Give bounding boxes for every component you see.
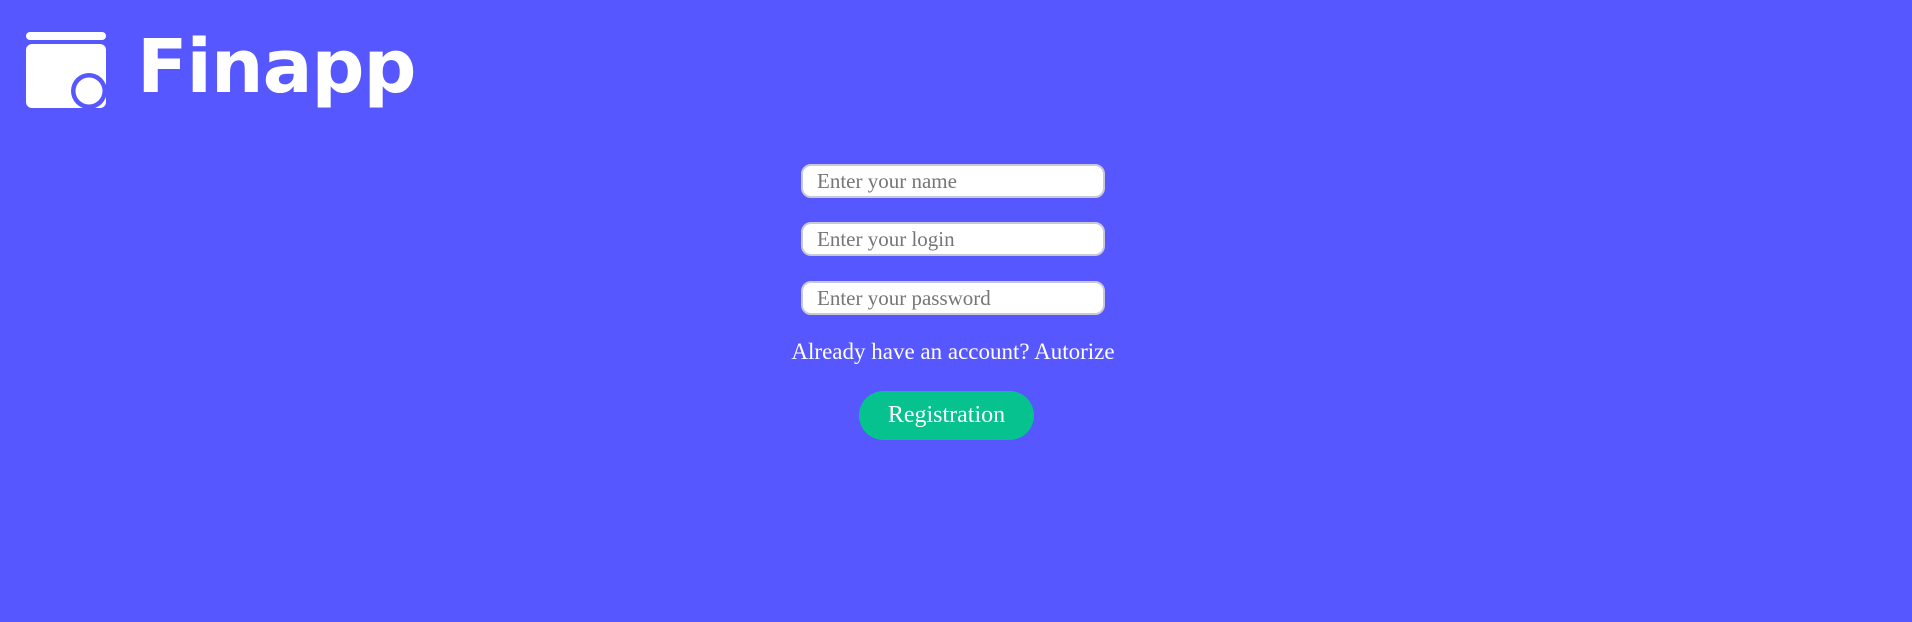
password-input[interactable] [801,281,1105,315]
wallet-icon [26,32,106,108]
brand-name: Finapp [137,24,416,110]
app-logo: Finapp [26,24,416,112]
authorize-link[interactable]: Autorize [1034,339,1114,364]
name-input[interactable] [801,164,1105,198]
account-prompt-text: Already have an account? [791,339,1030,364]
login-input[interactable] [801,222,1105,256]
registration-button[interactable]: Registration [859,391,1034,440]
account-prompt-line: Already have an account? Autorize [0,337,1906,367]
